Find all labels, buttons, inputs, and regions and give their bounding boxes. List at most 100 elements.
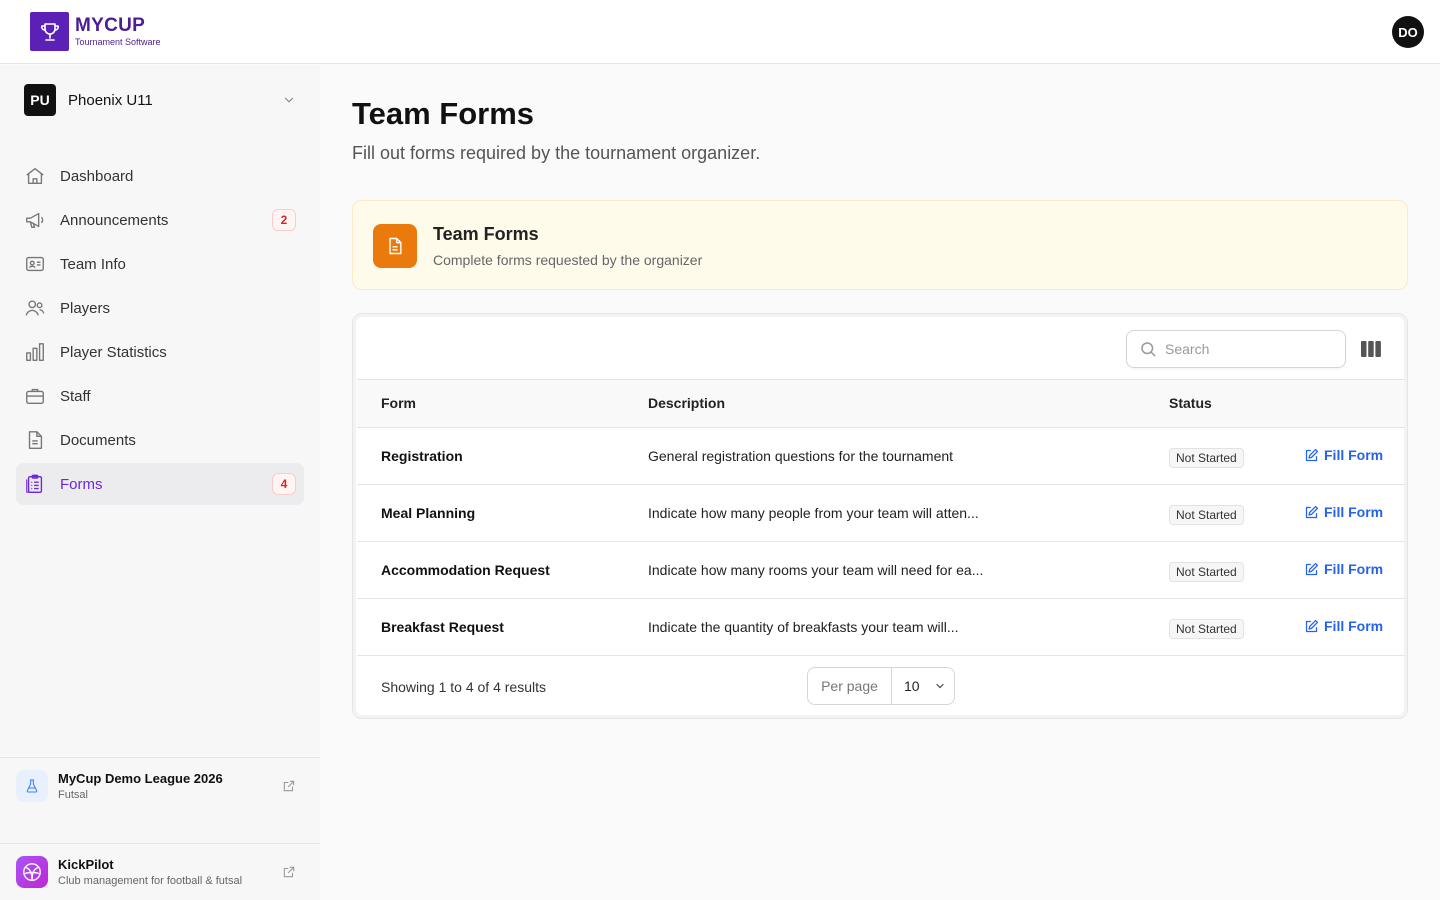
clipboard-icon xyxy=(24,473,46,495)
promo-title: KickPilot xyxy=(58,856,114,872)
sidebar-nav: Dashboard Announcements 2 Team Info Play… xyxy=(16,155,304,507)
sidebar-item-label: Announcements xyxy=(60,211,169,229)
status-badge: Not Started xyxy=(1169,448,1244,468)
form-name: Registration xyxy=(381,448,463,464)
ball-icon xyxy=(16,856,48,888)
sidebar-item-documents[interactable]: Documents xyxy=(16,419,304,461)
megaphone-icon xyxy=(24,209,46,231)
chevron-down-icon xyxy=(284,97,294,103)
brand-logo[interactable]: MYCUP Tournament Software xyxy=(30,12,161,51)
search-input[interactable] xyxy=(1165,341,1335,357)
table-row: Meal Planning Indicate how many people f… xyxy=(357,485,1405,542)
league-sport: Futsal xyxy=(58,788,88,801)
sidebar-item-players[interactable]: Players xyxy=(16,287,304,329)
edit-icon xyxy=(1305,562,1319,575)
team-name: Phoenix U11 xyxy=(68,91,153,109)
sidebar-item-staff[interactable]: Staff xyxy=(16,375,304,417)
kickpilot-promo[interactable]: KickPilot Club management for football &… xyxy=(16,850,304,894)
sidebar-item-player-statistics[interactable]: Player Statistics xyxy=(16,331,304,373)
fill-form-label: Fill Form xyxy=(1324,504,1384,520)
fill-form-button[interactable]: Fill Form xyxy=(1304,504,1383,520)
status-badge: Not Started xyxy=(1169,505,1244,525)
league-title: MyCup Demo League 2026 xyxy=(58,770,223,786)
per-page-select[interactable]: Per page 10 xyxy=(807,667,955,705)
league-card[interactable]: MyCup Demo League 2026 Futsal xyxy=(16,764,304,808)
sidebar: PU Phoenix U11 Dashboard Announcements 2… xyxy=(0,65,320,900)
edit-icon xyxy=(1305,448,1319,461)
user-avatar[interactable]: DO xyxy=(1392,16,1424,48)
table-row: Registration General registration questi… xyxy=(357,428,1405,485)
form-name: Accommodation Request xyxy=(381,562,550,578)
form-name: Meal Planning xyxy=(381,505,476,521)
brand-name: MYCUP xyxy=(75,14,146,36)
per-page-label: Per page xyxy=(808,668,892,704)
status-badge: Not Started xyxy=(1169,619,1244,639)
edit-icon xyxy=(1305,505,1319,518)
table-header: Form Description Status xyxy=(357,380,1405,428)
sidebar-item-label: Forms xyxy=(60,475,103,493)
top-bar: MYCUP Tournament Software DO xyxy=(0,0,1440,64)
table-row: Accommodation Request Indicate how many … xyxy=(357,542,1405,599)
fill-form-label: Fill Form xyxy=(1324,561,1384,577)
count-badge: 2 xyxy=(272,209,296,231)
table-toolbar xyxy=(357,318,1405,380)
sidebar-item-announcements[interactable]: Announcements 2 xyxy=(16,199,304,241)
fill-form-button[interactable]: Fill Form xyxy=(1304,447,1383,463)
search-icon xyxy=(1141,342,1156,357)
team-avatar: PU xyxy=(24,84,56,116)
form-description: Indicate the quantity of breakfasts your… xyxy=(648,619,959,635)
document-icon xyxy=(373,224,417,268)
promo-subtitle: Club management for football & futsal xyxy=(58,874,243,887)
sidebar-item-team-info[interactable]: Team Info xyxy=(16,243,304,285)
document-icon xyxy=(24,429,46,451)
page-subtitle: Fill out forms required by the tournamen… xyxy=(352,143,761,163)
sidebar-item-label: Player Statistics xyxy=(60,343,167,361)
forms-table: Form Description Status Registration Gen… xyxy=(352,313,1408,719)
form-description: General registration questions for the t… xyxy=(648,448,954,464)
banner-subtitle: Complete forms requested by the organize… xyxy=(433,252,703,268)
columns-icon[interactable] xyxy=(1361,340,1381,358)
divider xyxy=(0,843,320,844)
form-description: Indicate how many people from your team … xyxy=(648,505,979,521)
users-icon xyxy=(24,297,46,319)
sidebar-item-forms[interactable]: Forms 4 xyxy=(16,463,304,505)
bar-chart-icon xyxy=(24,341,46,363)
column-header-form[interactable]: Form xyxy=(381,395,416,411)
home-icon xyxy=(24,165,46,187)
divider xyxy=(0,757,320,758)
form-name: Breakfast Request xyxy=(381,619,504,635)
search-box[interactable] xyxy=(1126,330,1346,368)
per-page-value: 10 xyxy=(904,678,920,694)
team-switcher[interactable]: PU Phoenix U11 xyxy=(24,84,296,116)
banner-title: Team Forms xyxy=(433,224,539,244)
results-summary: Showing 1 to 4 of 4 results xyxy=(381,679,546,695)
briefcase-icon xyxy=(24,385,46,407)
sidebar-item-label: Dashboard xyxy=(60,167,134,185)
sidebar-item-label: Documents xyxy=(60,431,136,449)
chevron-down-icon xyxy=(935,683,944,689)
trophy-icon xyxy=(30,12,69,51)
fill-form-button[interactable]: Fill Form xyxy=(1304,618,1383,634)
count-badge: 4 xyxy=(272,473,296,495)
id-card-icon xyxy=(24,253,46,275)
edit-icon xyxy=(1305,619,1319,632)
fill-form-label: Fill Form xyxy=(1324,447,1384,463)
column-header-description[interactable]: Description xyxy=(648,395,725,411)
sidebar-item-label: Players xyxy=(60,299,111,317)
sidebar-item-label: Team Info xyxy=(60,255,126,273)
fill-form-label: Fill Form xyxy=(1324,618,1384,634)
external-link-icon[interactable] xyxy=(282,865,296,879)
table-row: Breakfast Request Indicate the quantity … xyxy=(357,599,1405,656)
per-page-dropdown[interactable]: 10 xyxy=(892,668,954,704)
column-header-status[interactable]: Status xyxy=(1169,395,1212,411)
page-title: Team Forms xyxy=(352,96,535,131)
status-badge: Not Started xyxy=(1169,562,1244,582)
sidebar-item-dashboard[interactable]: Dashboard xyxy=(16,155,304,197)
sidebar-item-label: Staff xyxy=(60,387,91,405)
external-link-icon[interactable] xyxy=(282,779,296,793)
info-banner: Team Forms Complete forms requested by t… xyxy=(352,200,1408,290)
fill-form-button[interactable]: Fill Form xyxy=(1304,561,1383,577)
flask-icon xyxy=(16,770,48,802)
brand-tagline: Tournament Software xyxy=(75,36,161,47)
form-description: Indicate how many rooms your team will n… xyxy=(648,562,984,578)
